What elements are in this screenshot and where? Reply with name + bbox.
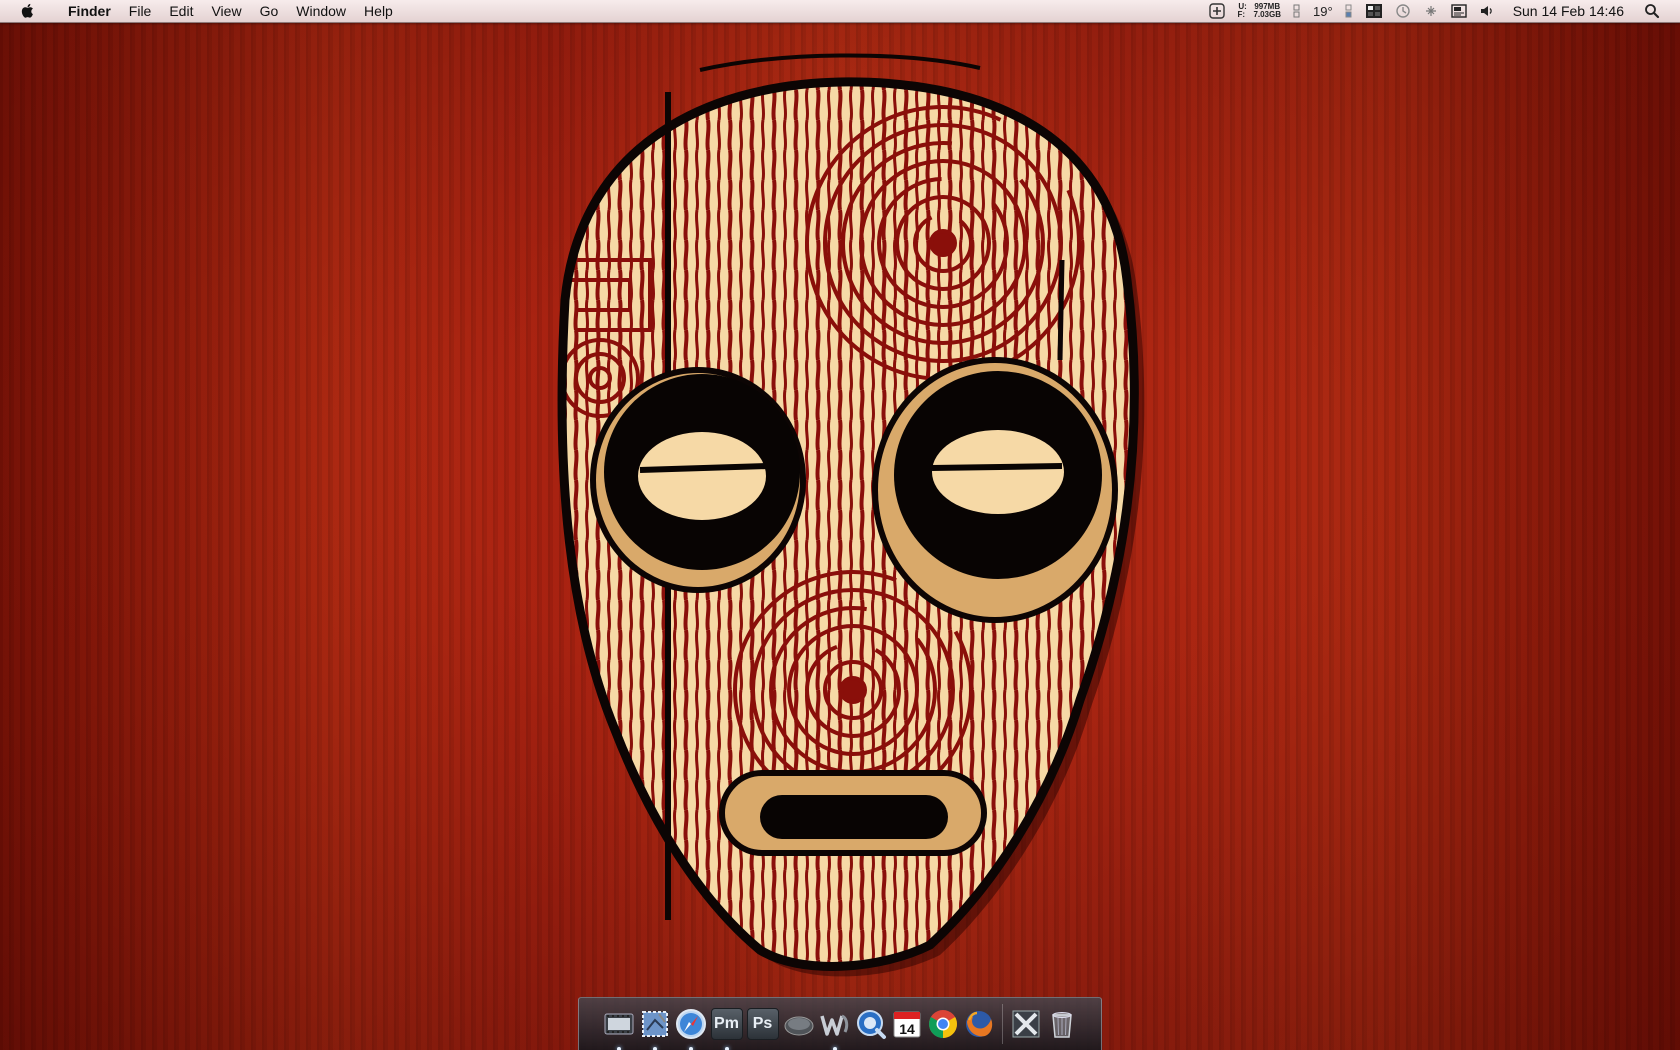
- bluetooth-icon[interactable]: [1417, 0, 1445, 22]
- chrome-icon: [928, 1010, 957, 1038]
- firefox-icon: [965, 1011, 992, 1037]
- disk-activity-icon[interactable]: [1339, 0, 1359, 22]
- display-icon[interactable]: [1445, 0, 1473, 22]
- x11-icon: [1012, 1010, 1039, 1038]
- menu-app-finder[interactable]: Finder: [52, 0, 120, 22]
- add-tray-icon[interactable]: [1203, 0, 1231, 22]
- dock-mail-app[interactable]: [639, 1006, 671, 1050]
- menu-window[interactable]: Window: [287, 0, 355, 22]
- dock-chrome-app[interactable]: [927, 1006, 959, 1042]
- apple-menu-icon[interactable]: [19, 0, 35, 22]
- pill-icon: [784, 1016, 813, 1036]
- temperature-readout[interactable]: 19°: [1307, 0, 1339, 22]
- menu-clock[interactable]: Sun 14 Feb 14:46: [1501, 3, 1638, 19]
- menu-help[interactable]: Help: [355, 0, 402, 22]
- menu-go[interactable]: Go: [251, 0, 288, 22]
- trash-icon: [1051, 1012, 1072, 1038]
- film-strip-icon: [604, 1013, 633, 1035]
- quicktime-icon: [856, 1010, 886, 1039]
- memory-stats[interactable]: U: 997MB F: 7.03GB: [1231, 0, 1287, 22]
- dock-pill-app[interactable]: [783, 1006, 815, 1042]
- pm-icon: Pm: [710, 1008, 743, 1040]
- desktop[interactable]: Finder File Edit View Go Window Help U: 9…: [0, 0, 1680, 1050]
- calendar-day: 14: [899, 1021, 915, 1037]
- memory-free-value: 7.03GB: [1253, 10, 1282, 19]
- dock-separator: [1001, 1004, 1003, 1044]
- dock-firefox-app[interactable]: [963, 1006, 995, 1042]
- spaces-icon[interactable]: [1359, 0, 1389, 22]
- photoshop-icon: Ps: [746, 1008, 779, 1040]
- menu-view[interactable]: View: [202, 0, 250, 22]
- network-meter-icon[interactable]: [1287, 0, 1307, 22]
- spotlight-search-icon[interactable]: [1638, 0, 1666, 22]
- safari-compass-icon: [675, 1009, 706, 1039]
- dock: Pm Ps 14: [578, 997, 1102, 1050]
- menu-edit[interactable]: Edit: [160, 0, 202, 22]
- memory-free-label: F:: [1237, 10, 1245, 19]
- dock-x11-app[interactable]: [1010, 1006, 1042, 1042]
- dock-photoshop-app[interactable]: Ps: [746, 1006, 779, 1042]
- menu-file[interactable]: File: [120, 0, 161, 22]
- dock-pm-app[interactable]: Pm: [710, 1006, 743, 1050]
- dock-quicktime-app[interactable]: [855, 1006, 887, 1042]
- dock-textwrangler-app[interactable]: [819, 1006, 851, 1050]
- volume-icon[interactable]: [1473, 0, 1501, 22]
- calendar-icon: 14: [893, 1011, 920, 1038]
- mail-stamp-icon: [641, 1011, 668, 1037]
- textwrangler-icon: [819, 1014, 848, 1036]
- dock-safari-app[interactable]: [675, 1006, 707, 1050]
- dock-film-strip-app[interactable]: [603, 1006, 635, 1050]
- dock-trash[interactable]: [1046, 1006, 1078, 1042]
- time-machine-icon[interactable]: [1389, 0, 1417, 22]
- dock-ical-app[interactable]: 14: [891, 1006, 923, 1042]
- wallpaper-mask-art: [557, 53, 1145, 977]
- menu-bar: Finder File Edit View Go Window Help U: 9…: [0, 0, 1680, 23]
